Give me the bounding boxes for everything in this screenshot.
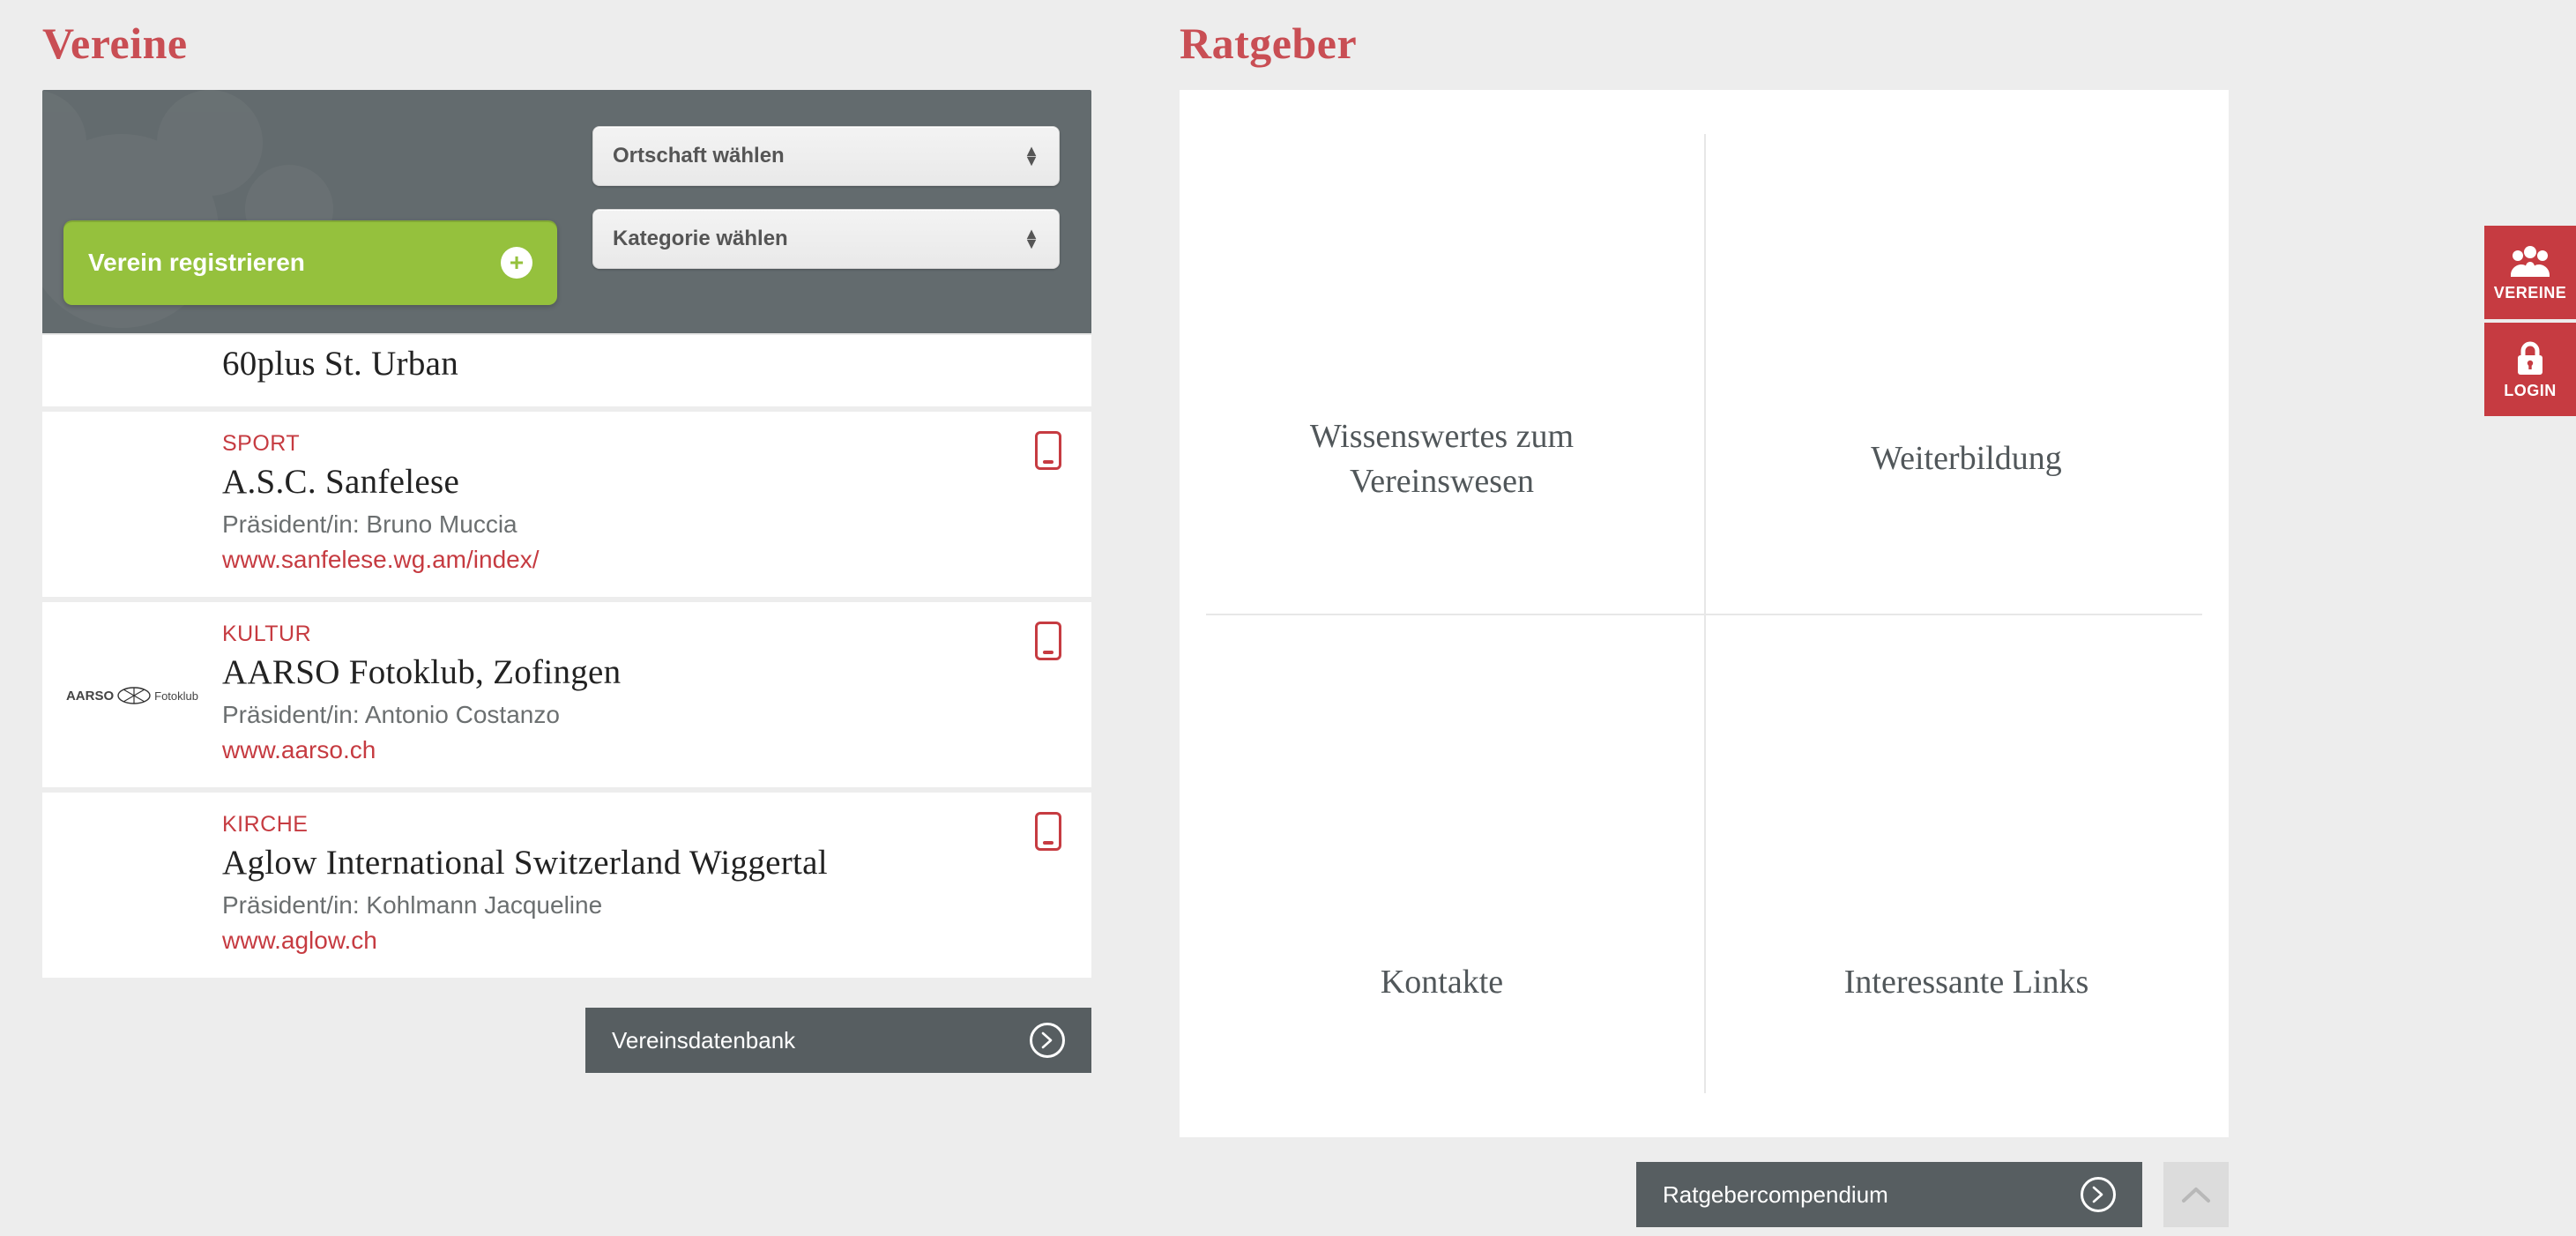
phone-icon[interactable] [1035,622,1061,660]
category-select-label: Kategorie wählen [613,227,788,251]
vereine-footer: Vereinsdatenbank [42,1008,1091,1073]
verein-thumb [42,812,222,955]
ratgeber-cell-weiterbildung[interactable]: Weiterbildung [1704,90,2229,614]
verein-row[interactable]: AARSO Fotoklub KULTUR AARSO Fotoklub, Zo… [42,602,1091,793]
ratgebercompendium-button[interactable]: Ratgebercompendium [1636,1162,2142,1227]
scroll-top-button[interactable] [2163,1162,2229,1227]
ratgeber-column: Ratgeber Wissenswertes zum Vereinswesen … [1180,18,2229,1227]
ratgeber-title: Ratgeber [1180,18,2229,69]
updown-icon: ▲▼ [1024,146,1039,166]
verein-name: AARSO Fotoklub, Zofingen [222,652,1021,692]
vereine-filter-head: Verein registrieren + Ortschaft wählen ▲… [42,90,1091,333]
verein-president: Präsident/in: Kohlmann Jacqueline [222,891,1021,920]
verein-row[interactable]: SPORT A.S.C. Sanfelese Präsident/in: Bru… [42,412,1091,602]
verein-category: KULTUR [222,622,1021,647]
verein-thumb-label: AARSO Fotoklub [66,686,198,705]
verein-thumb [42,344,222,392]
verein-row[interactable]: 60plus St. Urban [42,335,1091,412]
sidefab-login[interactable]: LOGIN [2484,323,2576,416]
register-club-button[interactable]: Verein registrieren + [63,220,557,305]
plus-icon: + [501,247,532,279]
verein-president: Präsident/in: Antonio Costanzo [222,701,1021,729]
arrow-right-icon [1030,1023,1065,1058]
vereine-list: 60plus St. Urban SPORT A.S.C. Sanfelese … [42,333,1091,983]
verein-url-link[interactable]: www.aglow.ch [222,927,377,955]
vereine-column: Vereine Verein registrieren + Ortschaft … [42,18,1091,1227]
ratgebercompendium-label: Ratgebercompendium [1663,1181,1888,1209]
ratgeber-cell-links[interactable]: Interessante Links [1704,614,2229,1137]
vereine-title: Vereine [42,18,1091,69]
verein-thumb [42,431,222,574]
verein-name: Aglow International Switzerland Wiggerta… [222,843,1021,882]
side-floating-nav: VEREINE LOGIN [2484,226,2576,416]
phone-icon[interactable] [1035,431,1061,470]
sidefab-vereine-label: VEREINE [2494,284,2567,302]
vereinsdatenbank-button[interactable]: Vereinsdatenbank [585,1008,1091,1073]
verein-url-link[interactable]: www.sanfelese.wg.am/index/ [222,546,540,574]
ratgeber-footer: Ratgebercompendium [1180,1162,2229,1227]
register-club-label: Verein registrieren [88,249,305,277]
vereinsdatenbank-label: Vereinsdatenbank [612,1027,795,1054]
ratgeber-cell-wissen[interactable]: Wissenswertes zum Vereinswesen [1180,90,1704,614]
location-select[interactable]: Ortschaft wählen ▲▼ [592,126,1060,186]
verein-row[interactable]: KIRCHE Aglow International Switzerland W… [42,793,1091,983]
location-select-label: Ortschaft wählen [613,144,785,168]
chevron-up-icon [2180,1185,2212,1204]
updown-icon: ▲▼ [1024,229,1039,249]
lock-icon [2513,339,2547,376]
verein-category: SPORT [222,431,1021,457]
verein-president: Präsident/in: Bruno Muccia [222,510,1021,539]
verein-name: A.S.C. Sanfelese [222,462,1021,502]
sidefab-login-label: LOGIN [2504,382,2557,400]
verein-category: KIRCHE [222,812,1021,838]
verein-name: 60plus St. Urban [222,344,1021,383]
ratgeber-cell-kontakte[interactable]: Kontakte [1180,614,1704,1137]
verein-url-link[interactable]: www.aarso.ch [222,736,376,764]
category-select[interactable]: Kategorie wählen ▲▼ [592,209,1060,269]
phone-icon[interactable] [1035,812,1061,851]
sidefab-vereine[interactable]: VEREINE [2484,226,2576,319]
people-icon [2509,243,2551,279]
verein-thumb: AARSO Fotoklub [42,622,222,764]
arrow-right-icon [2081,1177,2116,1212]
ratgeber-grid: Wissenswertes zum Vereinswesen Weiterbil… [1180,90,2229,1137]
